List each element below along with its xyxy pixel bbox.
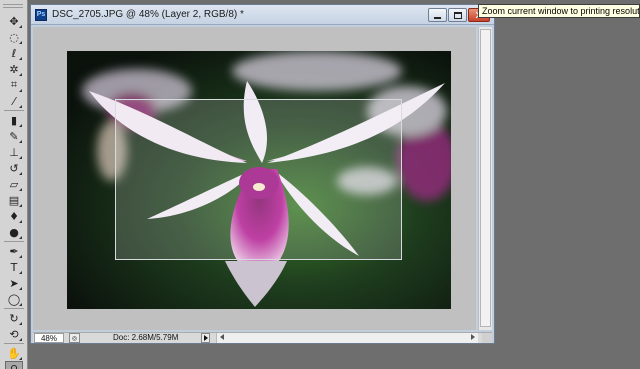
lasso-icon: ℓ <box>11 46 17 60</box>
move-tool[interactable]: ✥ <box>5 13 23 29</box>
document-size-info: Doc: 2.68M/5.79M <box>113 333 179 342</box>
dodge-tool[interactable]: ● <box>5 224 23 240</box>
type-tool[interactable]: T <box>5 259 23 275</box>
move-icon: ✥ <box>9 14 19 28</box>
3d-orbit-tool[interactable]: ⟲ <box>5 326 23 342</box>
gradient-tool[interactable]: ▤ <box>5 192 23 208</box>
dodge-icon: ● <box>9 225 19 239</box>
zoom-tool[interactable]: ⚲ <box>5 361 23 369</box>
bandage-icon: ▮ <box>10 113 18 127</box>
scroll-right-icon[interactable] <box>471 334 475 340</box>
zoom-level-field[interactable]: 48% <box>34 333 64 343</box>
healing-brush-tool[interactable]: ▮ <box>5 112 23 128</box>
crop-icon: ⌗ <box>10 78 18 91</box>
3d-rotate-icon: ↻ <box>9 311 19 325</box>
path-selection-tool[interactable]: ➤ <box>5 275 23 291</box>
eraser-tool[interactable]: ▱ <box>5 176 23 192</box>
orchid-photo[interactable] <box>67 51 451 309</box>
history-brush-tool[interactable]: ↺ <box>5 160 23 176</box>
document-title: DSC_2705.JPG @ 48% (Layer 2, RGB/8) * <box>52 9 244 20</box>
brush-icon: ✎ <box>9 129 19 143</box>
tooltip: Zoom current window to printing resoluti… <box>478 4 640 18</box>
blur-tool[interactable]: ♦ <box>5 208 23 224</box>
tool-group-divider <box>4 343 24 344</box>
selection-overlay[interactable] <box>115 99 402 260</box>
minimize-icon <box>434 16 441 19</box>
pen-icon: ✒ <box>9 244 19 258</box>
quick-selection-tool[interactable]: ✲ <box>5 61 23 77</box>
eyedropper-icon: ⁄ <box>13 94 15 108</box>
marquee-tool[interactable]: ◌ <box>5 29 23 45</box>
tool-group-divider <box>4 110 24 111</box>
type-icon: T <box>10 260 18 274</box>
document-window: Ps DSC_2705.JPG @ 48% (Layer 2, RGB/8) *… <box>30 4 495 344</box>
maximize-icon <box>453 11 462 19</box>
3d-orbit-icon: ⟲ <box>9 327 19 341</box>
marquee-icon: ◌ <box>9 30 19 44</box>
resize-grip[interactable] <box>482 333 492 343</box>
tools-panel-grip[interactable] <box>3 4 23 8</box>
clone-stamp-tool[interactable]: ⊥ <box>5 144 23 160</box>
3d-rotate-tool[interactable]: ↻ <box>5 310 23 326</box>
zoom-icon: ⚲ <box>9 362 19 369</box>
minimize-button[interactable] <box>428 8 447 22</box>
history-brush-icon: ↺ <box>9 161 19 175</box>
eyedropper-tool[interactable]: ⁄ <box>5 93 23 109</box>
tools-panel: ✥ ◌ ℓ ✲ ⌗ ⁄ ▮ ✎ ⊥ ↺ ▱ ▤ ♦ ● ✒ T ➤ ◯ ↻ ⟲ ✋ ⚲ <box>0 0 28 369</box>
brush-tool[interactable]: ✎ <box>5 128 23 144</box>
eraser-icon: ▱ <box>9 177 19 191</box>
pen-tool[interactable]: ✒ <box>5 243 23 259</box>
shape-tool[interactable]: ◯ <box>5 291 23 307</box>
droplet-icon: ♦ <box>9 209 19 223</box>
tool-group-divider <box>4 308 24 309</box>
scroll-left-icon[interactable] <box>220 334 224 340</box>
canvas-area[interactable] <box>33 27 476 330</box>
vertical-scrollbar[interactable] <box>478 27 492 330</box>
status-menu-arrow-icon[interactable] <box>201 333 210 343</box>
status-info-icon[interactable]: ◎ <box>69 333 80 343</box>
horizontal-scrollbar[interactable] <box>216 333 478 343</box>
lasso-tool[interactable]: ℓ <box>5 45 23 61</box>
tool-group-divider <box>4 241 24 242</box>
status-bar: 48% ◎ Doc: 2.68M/5.79M <box>33 332 492 343</box>
maximize-button[interactable] <box>448 8 467 22</box>
magic-wand-icon: ✲ <box>9 62 19 76</box>
arrow-icon: ➤ <box>9 276 19 290</box>
hand-tool[interactable]: ✋ <box>5 345 23 361</box>
stamp-icon: ⊥ <box>9 145 19 159</box>
crop-tool[interactable]: ⌗ <box>5 77 23 93</box>
document-title-bar[interactable]: Ps DSC_2705.JPG @ 48% (Layer 2, RGB/8) *… <box>31 5 494 25</box>
gradient-icon: ▤ <box>8 193 20 207</box>
photoshop-icon: Ps <box>35 9 47 21</box>
vertical-scroll-thumb[interactable] <box>480 29 491 327</box>
